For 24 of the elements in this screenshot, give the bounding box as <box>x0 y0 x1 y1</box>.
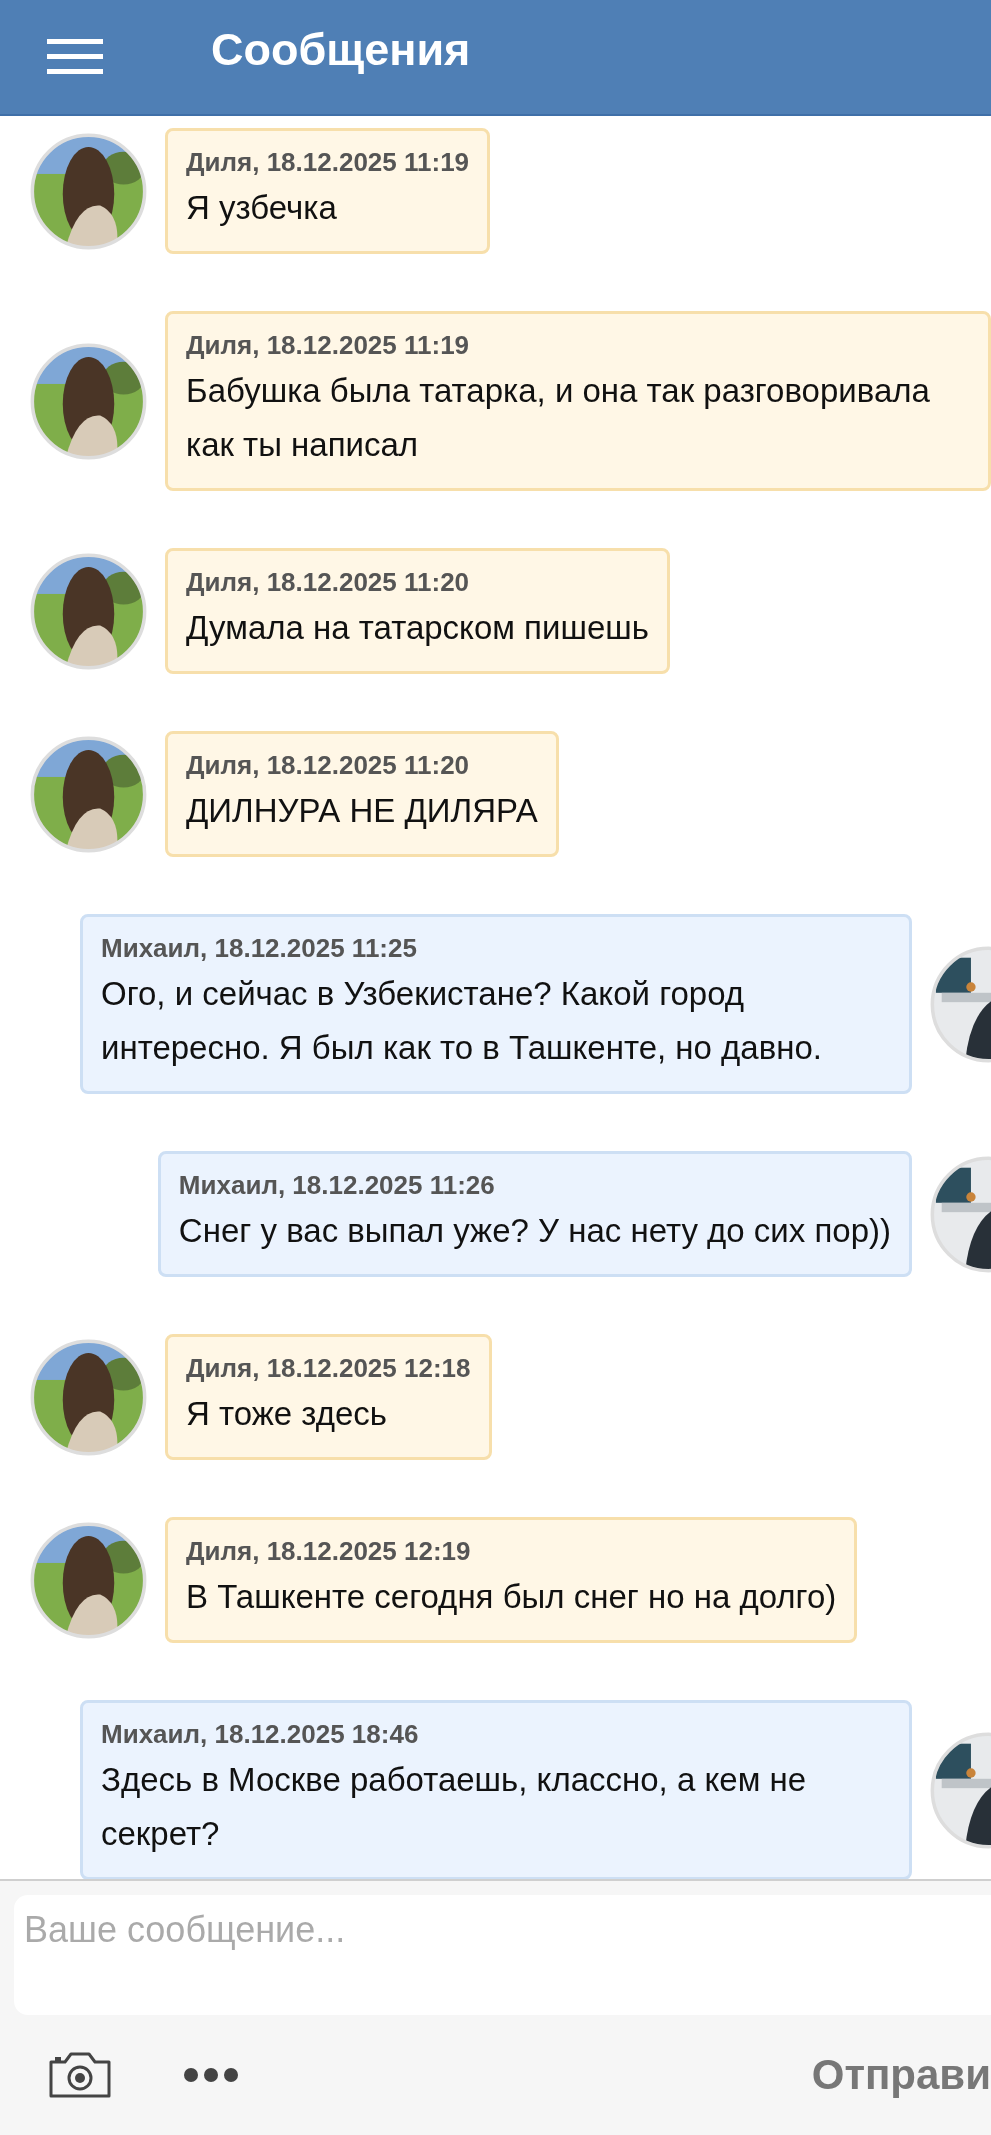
message-meta: Михаил, 18.12.2025 18:46 <box>101 1718 420 1751</box>
message-text: В Ташкенте сегодня был снег но на долго) <box>186 1577 837 1617</box>
page-title: Сообщения <box>211 24 471 76</box>
message-meta: Диля, 18.12.2025 12:18 <box>186 1352 471 1385</box>
message-text: Думала на татарском пишешь <box>186 608 649 648</box>
message-text: Я тоже здесь <box>186 1394 389 1434</box>
message-meta: Диля, 18.12.2025 11:19 <box>186 146 470 179</box>
message-meta: Диля, 18.12.2025 11:19 <box>186 329 471 362</box>
message-text: Снег у вас выпал уже? У нас нету до сих пор)) <box>178 1211 891 1251</box>
message-input[interactable]: Ваше сообщение... <box>14 1895 991 2015</box>
camera-icon[interactable] <box>47 2050 113 2100</box>
message-meta: Диля, 18.12.2025 12:19 <box>186 1535 472 1568</box>
more-icon[interactable] <box>183 2067 239 2083</box>
message-text: Бабушка была татарка, и она так разговоривала как ты написал <box>186 371 931 465</box>
message-meta: Михаил, 18.12.2025 11:25 <box>101 932 418 965</box>
message-text: Ого, и сейчас в Узбекистане? Какой город интересно. Я был как то в Ташкенте, но давно. <box>101 974 823 1068</box>
message-text: Здесь в Москве работаешь, классно, а кем не секрет? <box>101 1760 808 1854</box>
message-meta: Михаил, 18.12.2025 11:26 <box>178 1169 496 1202</box>
message-text: Я узбечка <box>186 188 338 228</box>
send-button[interactable]: Отправи <box>811 2051 991 2099</box>
message-text: ДИЛНУРА НЕ ДИЛЯРА <box>186 791 538 831</box>
message-meta: Диля, 18.12.2025 11:20 <box>186 566 471 599</box>
message-meta: Диля, 18.12.2025 11:20 <box>186 749 471 782</box>
menu-icon[interactable] <box>47 37 103 77</box>
